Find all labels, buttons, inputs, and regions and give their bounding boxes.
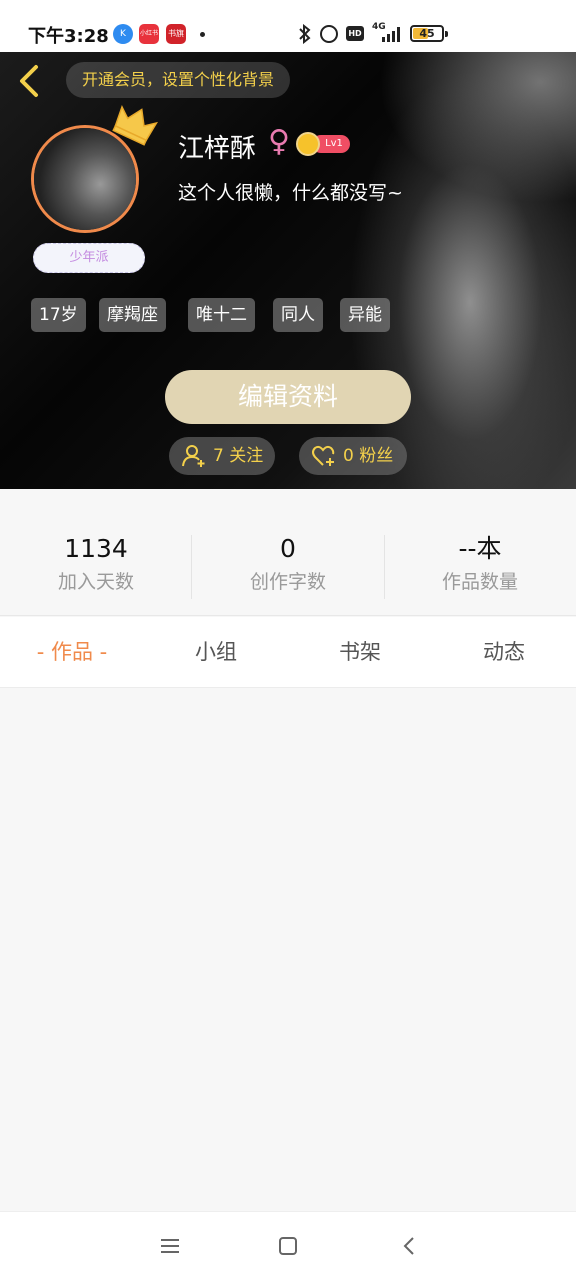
status-time: 下午3:28: [28, 26, 109, 47]
stat-value: --本: [458, 534, 502, 563]
tab-bookshelf[interactable]: 书架: [288, 617, 432, 688]
bluetooth-icon: [299, 24, 311, 44]
tag-supernatural: 异能: [340, 298, 390, 332]
stat-label: 加入天数: [57, 571, 134, 593]
back-icon[interactable]: [398, 1234, 422, 1258]
heart-add-icon: [312, 445, 335, 466]
stat-value: 0: [280, 534, 296, 563]
user-bio: 这个人很懒，什么都没写~: [178, 182, 403, 204]
notification-dot-icon: [200, 32, 205, 37]
gender-female-icon: ♀: [268, 124, 290, 159]
stat-days-joined: 1134 加入天数: [0, 533, 192, 594]
tab-content-area: [0, 689, 576, 1211]
stat-label: 作品数量: [441, 571, 518, 593]
level-badge: Lv1: [296, 132, 352, 156]
fans-count: 0: [343, 446, 354, 466]
tag-age: 17岁: [31, 298, 86, 332]
app-k-icon: K: [113, 24, 133, 44]
profile-stats: 1134 加入天数 0 创作字数 --本 作品数量: [0, 489, 576, 616]
following-button[interactable]: 7 关注: [169, 437, 276, 475]
stat-label: 创作字数: [249, 571, 326, 593]
hd-icon: HD: [346, 26, 364, 41]
signal-icon: [382, 26, 404, 42]
user-add-icon: [182, 445, 205, 467]
stat-words-written: 0 创作字数: [192, 533, 384, 594]
stat-value: 1134: [64, 534, 128, 563]
tag-zodiac: 摩羯座: [99, 298, 166, 332]
following-label: 关注: [229, 446, 264, 466]
avatar-badge: 少年派: [33, 243, 145, 273]
fans-label: 粉丝: [359, 446, 394, 466]
menu-icon[interactable]: [158, 1234, 182, 1258]
tab-groups[interactable]: 小组: [144, 617, 288, 688]
edit-profile-button[interactable]: 编辑资料: [165, 370, 411, 424]
profile-tabs: - 作品 - 小组 书架 动态: [0, 617, 576, 688]
level-coin-icon: [296, 132, 320, 156]
back-button[interactable]: [14, 64, 46, 98]
home-square-icon[interactable]: [276, 1234, 300, 1258]
profile-header: 开通会员，设置个性化背景 少年派 江梓酥 ♀ Lv1 这个人很懒，什么都没写~ …: [0, 52, 576, 489]
battery-level: 45: [419, 27, 435, 40]
fans-button[interactable]: 0 粉丝: [299, 437, 408, 475]
member-background-prompt[interactable]: 开通会员，设置个性化背景: [66, 62, 291, 98]
app-xiaohongshu-icon: 小红书: [139, 24, 159, 44]
alarm-icon: [320, 25, 338, 43]
tag-fandom: 唯十二: [188, 298, 255, 332]
app-shuqi-icon: 书旗: [166, 24, 186, 44]
battery-icon: 45: [410, 25, 448, 42]
tag-fanfic: 同人: [273, 298, 323, 332]
following-count: 7: [213, 446, 224, 466]
tab-works[interactable]: - 作品 -: [0, 617, 144, 688]
tab-activity[interactable]: 动态: [432, 617, 576, 688]
system-nav-bar: [0, 1211, 576, 1280]
stat-works-count: --本 作品数量: [384, 533, 576, 594]
user-name: 江梓酥: [178, 134, 257, 164]
crown-icon: [112, 104, 158, 146]
status-bar: 下午3:28 K 小红书 书旗 HD 4G 45: [0, 0, 576, 52]
